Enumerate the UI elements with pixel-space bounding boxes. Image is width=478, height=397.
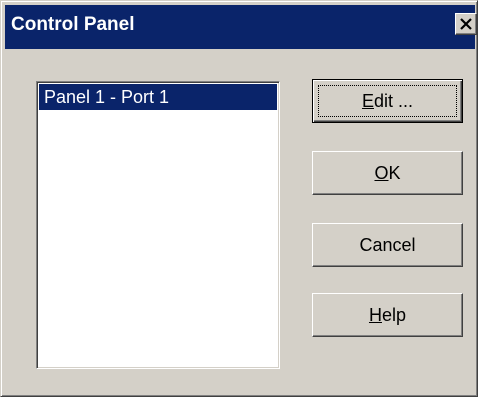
- control-panel-dialog: Control Panel Panel 1 - Port 1 Edit ... …: [0, 0, 478, 397]
- edit-label: dit ...: [374, 91, 414, 111]
- title-bar[interactable]: Control Panel: [5, 5, 477, 49]
- ok-button[interactable]: OK: [312, 151, 463, 195]
- cancel-button[interactable]: Cancel: [312, 223, 463, 267]
- ok-label: K: [388, 163, 401, 183]
- close-button[interactable]: [455, 13, 477, 35]
- cancel-label: Cancel: [359, 235, 416, 255]
- help-accelerator: H: [368, 305, 382, 325]
- help-label: elp: [381, 305, 407, 325]
- close-icon: [460, 18, 472, 30]
- ok-accelerator: O: [374, 163, 389, 183]
- panel-port-list[interactable]: Panel 1 - Port 1: [36, 81, 280, 369]
- window-title: Control Panel: [11, 14, 135, 35]
- edit-button[interactable]: Edit ...: [312, 79, 463, 123]
- help-button[interactable]: Help: [312, 293, 463, 337]
- edit-accelerator: E: [361, 91, 374, 111]
- list-item[interactable]: Panel 1 - Port 1: [39, 84, 277, 110]
